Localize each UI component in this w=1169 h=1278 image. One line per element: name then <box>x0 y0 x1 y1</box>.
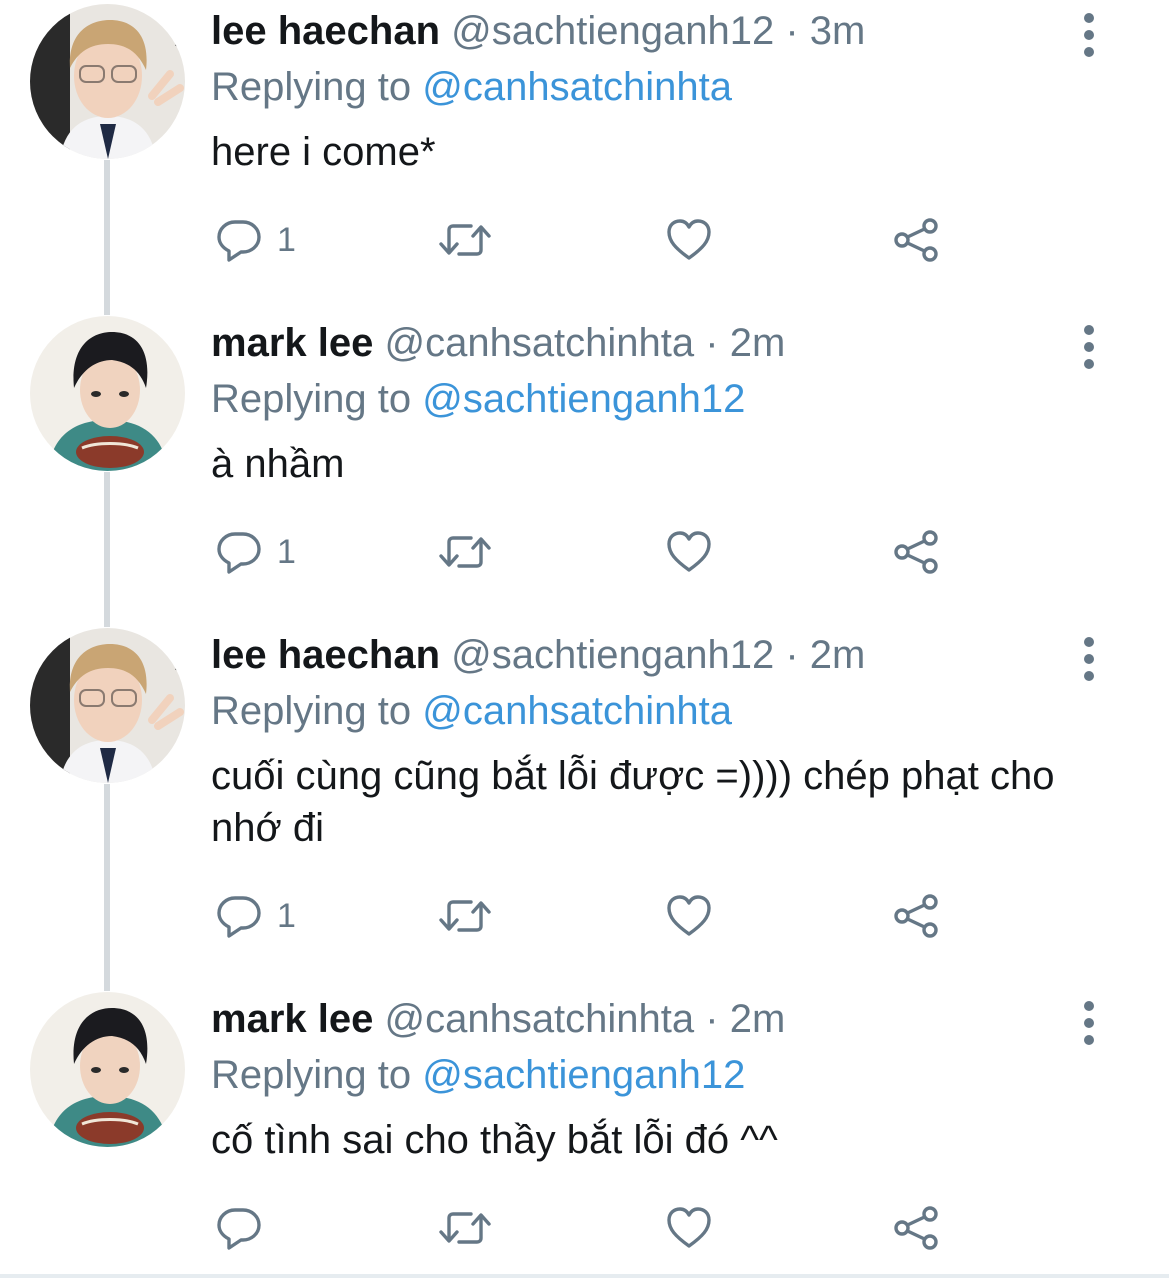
replying-to-label: Replying to <box>211 1053 412 1097</box>
username[interactable]: @sachtienganh12 <box>451 633 774 677</box>
like-button[interactable] <box>665 210 713 270</box>
share-icon <box>892 892 940 940</box>
tweet-text: cố tình sai cho thầy bắt lỗi đó ^^ <box>211 1118 778 1162</box>
reply-icon <box>215 892 263 940</box>
heart-icon <box>665 216 713 264</box>
replying-to-mention[interactable]: @canhsatchinhta <box>422 689 732 733</box>
timestamp[interactable]: 3m <box>810 9 866 53</box>
retweet-icon <box>437 1204 493 1252</box>
tweet[interactable]: mark lee @canhsatchinhta · 2m Replying t… <box>0 314 1169 614</box>
share-button[interactable] <box>892 886 940 946</box>
share-icon <box>892 528 940 576</box>
haechan-avatar[interactable] <box>30 4 185 159</box>
display-name[interactable]: mark lee <box>211 997 373 1041</box>
username[interactable]: @sachtienganh12 <box>451 9 774 53</box>
username[interactable]: @canhsatchinhta <box>384 997 694 1041</box>
heart-icon <box>665 528 713 576</box>
timestamp[interactable]: 2m <box>730 997 786 1041</box>
heart-icon <box>665 1204 713 1252</box>
retweet-button[interactable] <box>437 886 493 946</box>
retweet-button[interactable] <box>437 210 493 270</box>
display-name[interactable]: lee haechan <box>211 9 440 53</box>
display-name[interactable]: mark lee <box>211 321 373 365</box>
reply-count: 1 <box>277 896 296 935</box>
reply-button[interactable] <box>215 1198 277 1258</box>
divider <box>0 1274 1169 1278</box>
replying-to-label: Replying to <box>211 377 412 421</box>
replying-to-mention[interactable]: @sachtienganh12 <box>422 1053 745 1097</box>
timestamp[interactable]: 2m <box>810 633 866 677</box>
retweet-button[interactable] <box>437 522 493 582</box>
replying-to-line: Replying to @canhsatchinhta <box>211 60 1091 114</box>
haechan-avatar[interactable] <box>30 628 185 783</box>
username[interactable]: @canhsatchinhta <box>384 321 694 365</box>
tweet[interactable]: lee haechan @sachtienganh12 · 3m Replyin… <box>0 2 1169 302</box>
tweet-actions: 1 <box>211 210 971 270</box>
tweet-actions: 1 <box>211 522 971 582</box>
tweet-body: lee haechan @sachtienganh12 · 2m Replyin… <box>211 626 1091 854</box>
reply-icon <box>215 528 263 576</box>
replying-to-mention[interactable]: @sachtienganh12 <box>422 377 745 421</box>
share-icon <box>892 216 940 264</box>
timestamp[interactable]: 2m <box>730 321 786 365</box>
reply-count: 1 <box>277 220 296 259</box>
like-button[interactable] <box>665 522 713 582</box>
separator-dot: · <box>785 9 799 53</box>
tweet-header: lee haechan @sachtienganh12 · 3m <box>211 2 1091 60</box>
tweet[interactable]: mark lee @canhsatchinhta · 2m Replying t… <box>0 990 1169 1272</box>
display-name[interactable]: lee haechan <box>211 633 440 677</box>
mark-avatar[interactable] <box>30 316 185 471</box>
replying-to-line: Replying to @canhsatchinhta <box>211 684 1091 738</box>
tweet-header: mark lee @canhsatchinhta · 2m <box>211 990 1091 1048</box>
more-vertical-icon[interactable] <box>1076 636 1102 682</box>
share-button[interactable] <box>892 522 940 582</box>
retweet-button[interactable] <box>437 1198 493 1258</box>
separator-dot: · <box>785 633 799 677</box>
tweet-actions: 1 <box>211 886 971 946</box>
tweet-body: lee haechan @sachtienganh12 · 3m Replyin… <box>211 2 1091 178</box>
replying-to-mention[interactable]: @canhsatchinhta <box>422 65 732 109</box>
more-vertical-icon[interactable] <box>1076 1000 1102 1046</box>
tweet-actions <box>211 1198 971 1258</box>
reply-icon <box>215 1204 263 1252</box>
like-button[interactable] <box>665 1198 713 1258</box>
reply-button[interactable]: 1 <box>215 886 296 946</box>
reply-button[interactable]: 1 <box>215 522 296 582</box>
tweet-text: here i come* <box>211 130 436 174</box>
tweet-body: mark lee @canhsatchinhta · 2m Replying t… <box>211 314 1091 490</box>
replying-to-line: Replying to @sachtienganh12 <box>211 1048 1091 1102</box>
reply-icon <box>215 216 263 264</box>
replying-to-label: Replying to <box>211 689 412 733</box>
retweet-icon <box>437 528 493 576</box>
share-button[interactable] <box>892 1198 940 1258</box>
more-vertical-icon[interactable] <box>1076 324 1102 370</box>
like-button[interactable] <box>665 886 713 946</box>
tweet[interactable]: lee haechan @sachtienganh12 · 2m Replyin… <box>0 626 1169 986</box>
tweet-header: mark lee @canhsatchinhta · 2m <box>211 314 1091 372</box>
tweet-header: lee haechan @sachtienganh12 · 2m <box>211 626 1091 684</box>
separator-dot: · <box>705 321 719 365</box>
reply-count: 1 <box>277 532 296 571</box>
replying-to-line: Replying to @sachtienganh12 <box>211 372 1091 426</box>
tweet-text: cuối cùng cũng bắt lỗi được =)))) chép p… <box>211 754 1055 850</box>
retweet-icon <box>437 216 493 264</box>
more-vertical-icon[interactable] <box>1076 12 1102 58</box>
replying-to-label: Replying to <box>211 65 412 109</box>
retweet-icon <box>437 892 493 940</box>
share-button[interactable] <box>892 210 940 270</box>
separator-dot: · <box>705 997 719 1041</box>
tweet-text: à nhầm <box>211 442 345 486</box>
heart-icon <box>665 892 713 940</box>
reply-button[interactable]: 1 <box>215 210 296 270</box>
mark-avatar[interactable] <box>30 992 185 1147</box>
share-icon <box>892 1204 940 1252</box>
tweet-body: mark lee @canhsatchinhta · 2m Replying t… <box>211 990 1091 1166</box>
